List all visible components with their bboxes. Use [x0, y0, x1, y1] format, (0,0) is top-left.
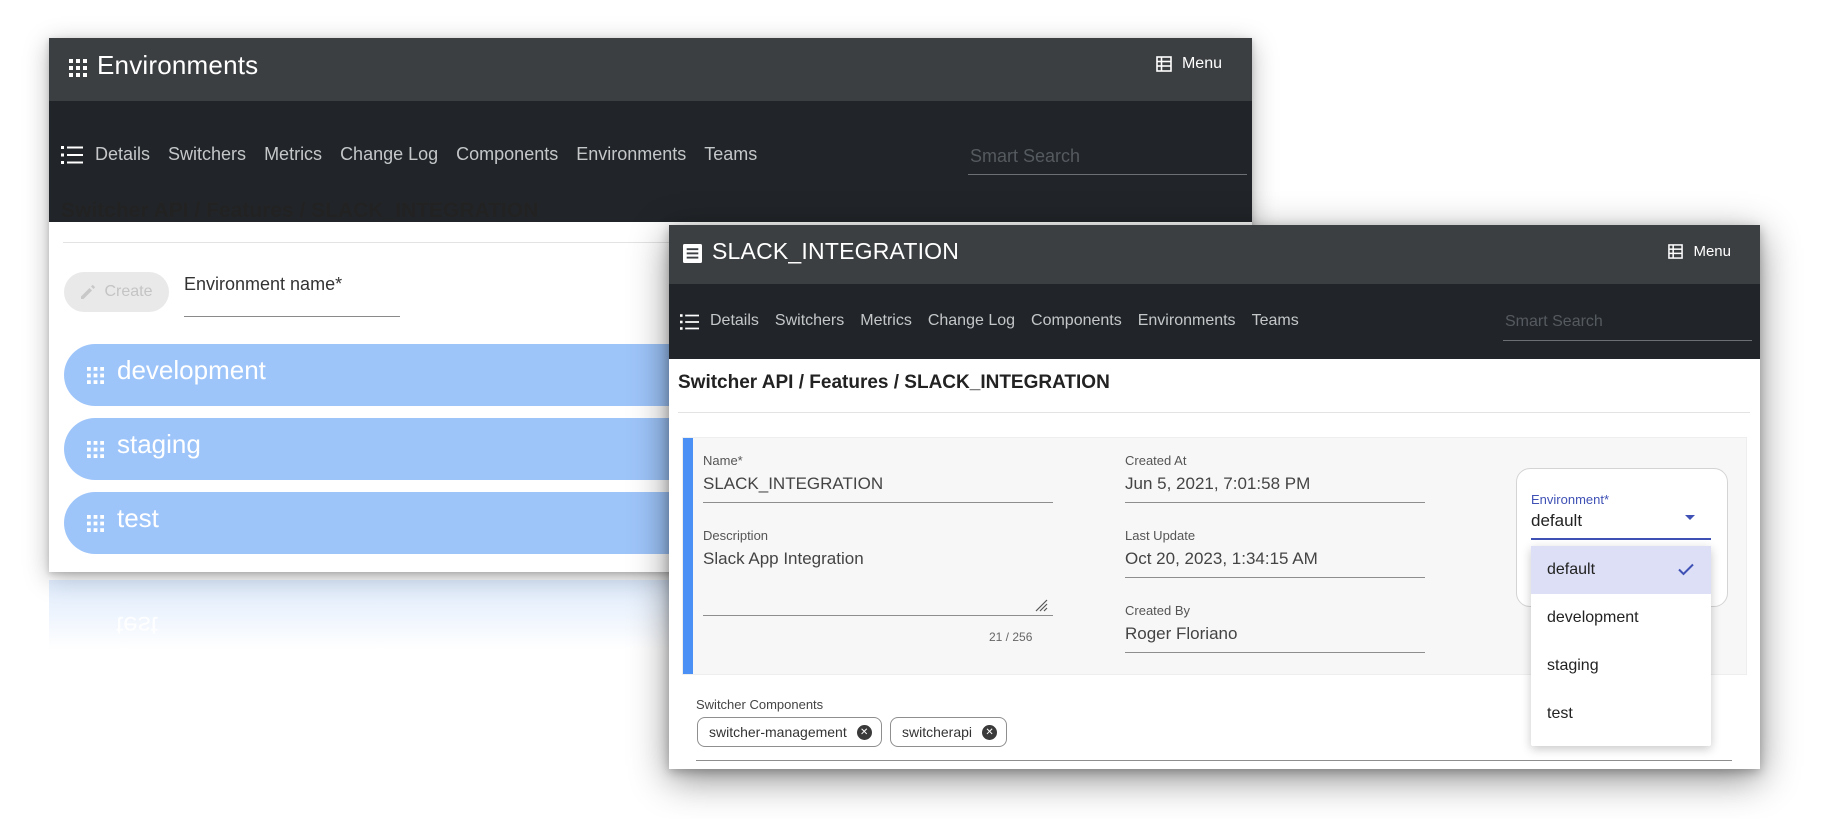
option-staging[interactable]: staging: [1531, 642, 1711, 690]
option-default[interactable]: default: [1531, 546, 1711, 594]
menu-label: Menu: [1181, 55, 1222, 72]
breadcrumb: Switcher API / Features / SLACK_INTEGRAT…: [678, 372, 1110, 393]
option-development[interactable]: development: [1531, 594, 1711, 642]
environment-label: test: [117, 503, 159, 533]
chip-label: switcherapi: [902, 724, 973, 740]
create-label: Create: [104, 283, 153, 300]
chip-label: switcher-management: [709, 724, 847, 740]
created-at-value: Jun 5, 2021, 7:01:58 PM: [1125, 474, 1425, 503]
environment-select-label: Environment*: [1531, 492, 1610, 507]
document-icon: [683, 244, 702, 263]
description-field[interactable]: Description Slack App Integration: [703, 528, 1053, 616]
menu-label: Menu: [1693, 243, 1731, 260]
option-label: development: [1547, 609, 1639, 626]
resize-handle-icon[interactable]: [1034, 598, 1048, 612]
page-title: SLACK_INTEGRATION: [712, 238, 960, 264]
created-by-field: Created By Roger Floriano: [1125, 603, 1425, 653]
table-list-icon: [1668, 244, 1684, 259]
name-field[interactable]: Name* SLACK_INTEGRATION: [703, 453, 1053, 503]
environment-select-value: default: [1531, 511, 1583, 530]
top-toolbar: Environments Menu: [49, 38, 1252, 101]
smart-search-input[interactable]: [1503, 304, 1752, 341]
nav-environments[interactable]: Environments: [576, 144, 686, 165]
caret-down-icon[interactable]: [1684, 514, 1696, 522]
nav-metrics[interactable]: Metrics: [264, 144, 322, 165]
page-title: Environments: [97, 50, 259, 80]
components-underline: [696, 760, 1732, 761]
nav-change-log[interactable]: Change Log: [928, 312, 1015, 330]
create-button[interactable]: Create: [64, 272, 169, 312]
nav-teams[interactable]: Teams: [1252, 312, 1299, 330]
list-icon[interactable]: [680, 314, 699, 330]
remove-chip-icon[interactable]: ✕: [856, 724, 872, 740]
apps-grid-icon: [87, 441, 104, 458]
last-update-label: Last Update: [1125, 528, 1196, 543]
last-update-field: Last Update Oct 20, 2023, 1:34:15 AM: [1125, 528, 1425, 578]
nav-details[interactable]: Details: [710, 312, 759, 330]
reflection-text: test: [116, 611, 158, 641]
apps-grid-icon: [87, 367, 104, 384]
environment-name-field[interactable]: Environment name*: [184, 274, 400, 317]
select-underline: [1531, 538, 1711, 540]
apps-grid-icon: [87, 515, 104, 532]
environment-name-label: Environment name*: [184, 274, 343, 294]
components-label: Switcher Components: [696, 697, 824, 712]
apps-grid-icon: [69, 59, 87, 77]
remove-chip-icon[interactable]: ✕: [982, 724, 998, 740]
option-test[interactable]: test: [1531, 690, 1711, 738]
environment-dropdown: default development staging test: [1531, 546, 1711, 746]
last-update-value: Oct 20, 2023, 1:34:15 AM: [1125, 549, 1425, 578]
nav-details[interactable]: Details: [95, 144, 150, 165]
smart-search-input[interactable]: [968, 138, 1247, 175]
created-at-label: Created At: [1125, 453, 1187, 468]
check-icon: [1677, 560, 1695, 578]
created-by-label: Created By: [1125, 603, 1191, 618]
created-at-field: Created At Jun 5, 2021, 7:01:58 PM: [1125, 453, 1425, 503]
nav-components[interactable]: Components: [1031, 312, 1122, 330]
breadcrumb: Switcher API / Features / SLACK_INTEGRAT…: [61, 199, 539, 222]
component-chip[interactable]: switcher-management ✕: [697, 717, 882, 747]
pencil-icon: [80, 284, 96, 300]
environment-label: staging: [117, 429, 201, 459]
char-count: 21 / 256: [989, 630, 1033, 644]
description-value: Slack App Integration: [703, 549, 1053, 616]
component-chip[interactable]: switcherapi ✕: [890, 717, 1008, 747]
nav-teams[interactable]: Teams: [704, 144, 757, 165]
created-by-value: Roger Floriano: [1125, 624, 1425, 653]
option-label: test: [1547, 705, 1573, 722]
name-value: SLACK_INTEGRATION: [703, 474, 1053, 503]
description-label: Description: [703, 528, 769, 543]
nav-links: Details Switchers Metrics Change Log Com…: [710, 312, 1299, 330]
nav-components[interactable]: Components: [456, 144, 558, 165]
environment-label: development: [117, 355, 266, 385]
nav-metrics[interactable]: Metrics: [860, 312, 912, 330]
navbar: Details Switchers Metrics Change Log Com…: [669, 284, 1760, 359]
card-accent-bar: [683, 438, 693, 674]
top-toolbar: SLACK_INTEGRATION Menu: [669, 225, 1760, 284]
option-label: default: [1547, 561, 1596, 578]
nav-environments[interactable]: Environments: [1138, 312, 1236, 330]
nav-change-log[interactable]: Change Log: [340, 144, 438, 165]
table-list-icon: [1156, 56, 1172, 72]
nav-switchers[interactable]: Switchers: [775, 312, 844, 330]
name-label: Name*: [703, 453, 743, 468]
divider: [678, 412, 1750, 413]
menu-button[interactable]: Menu: [1668, 243, 1731, 260]
list-icon[interactable]: [61, 146, 83, 164]
option-label: staging: [1547, 657, 1599, 674]
nav-switchers[interactable]: Switchers: [168, 144, 246, 165]
menu-button[interactable]: Menu: [1156, 55, 1222, 73]
nav-links: Details Switchers Metrics Change Log Com…: [95, 144, 757, 165]
